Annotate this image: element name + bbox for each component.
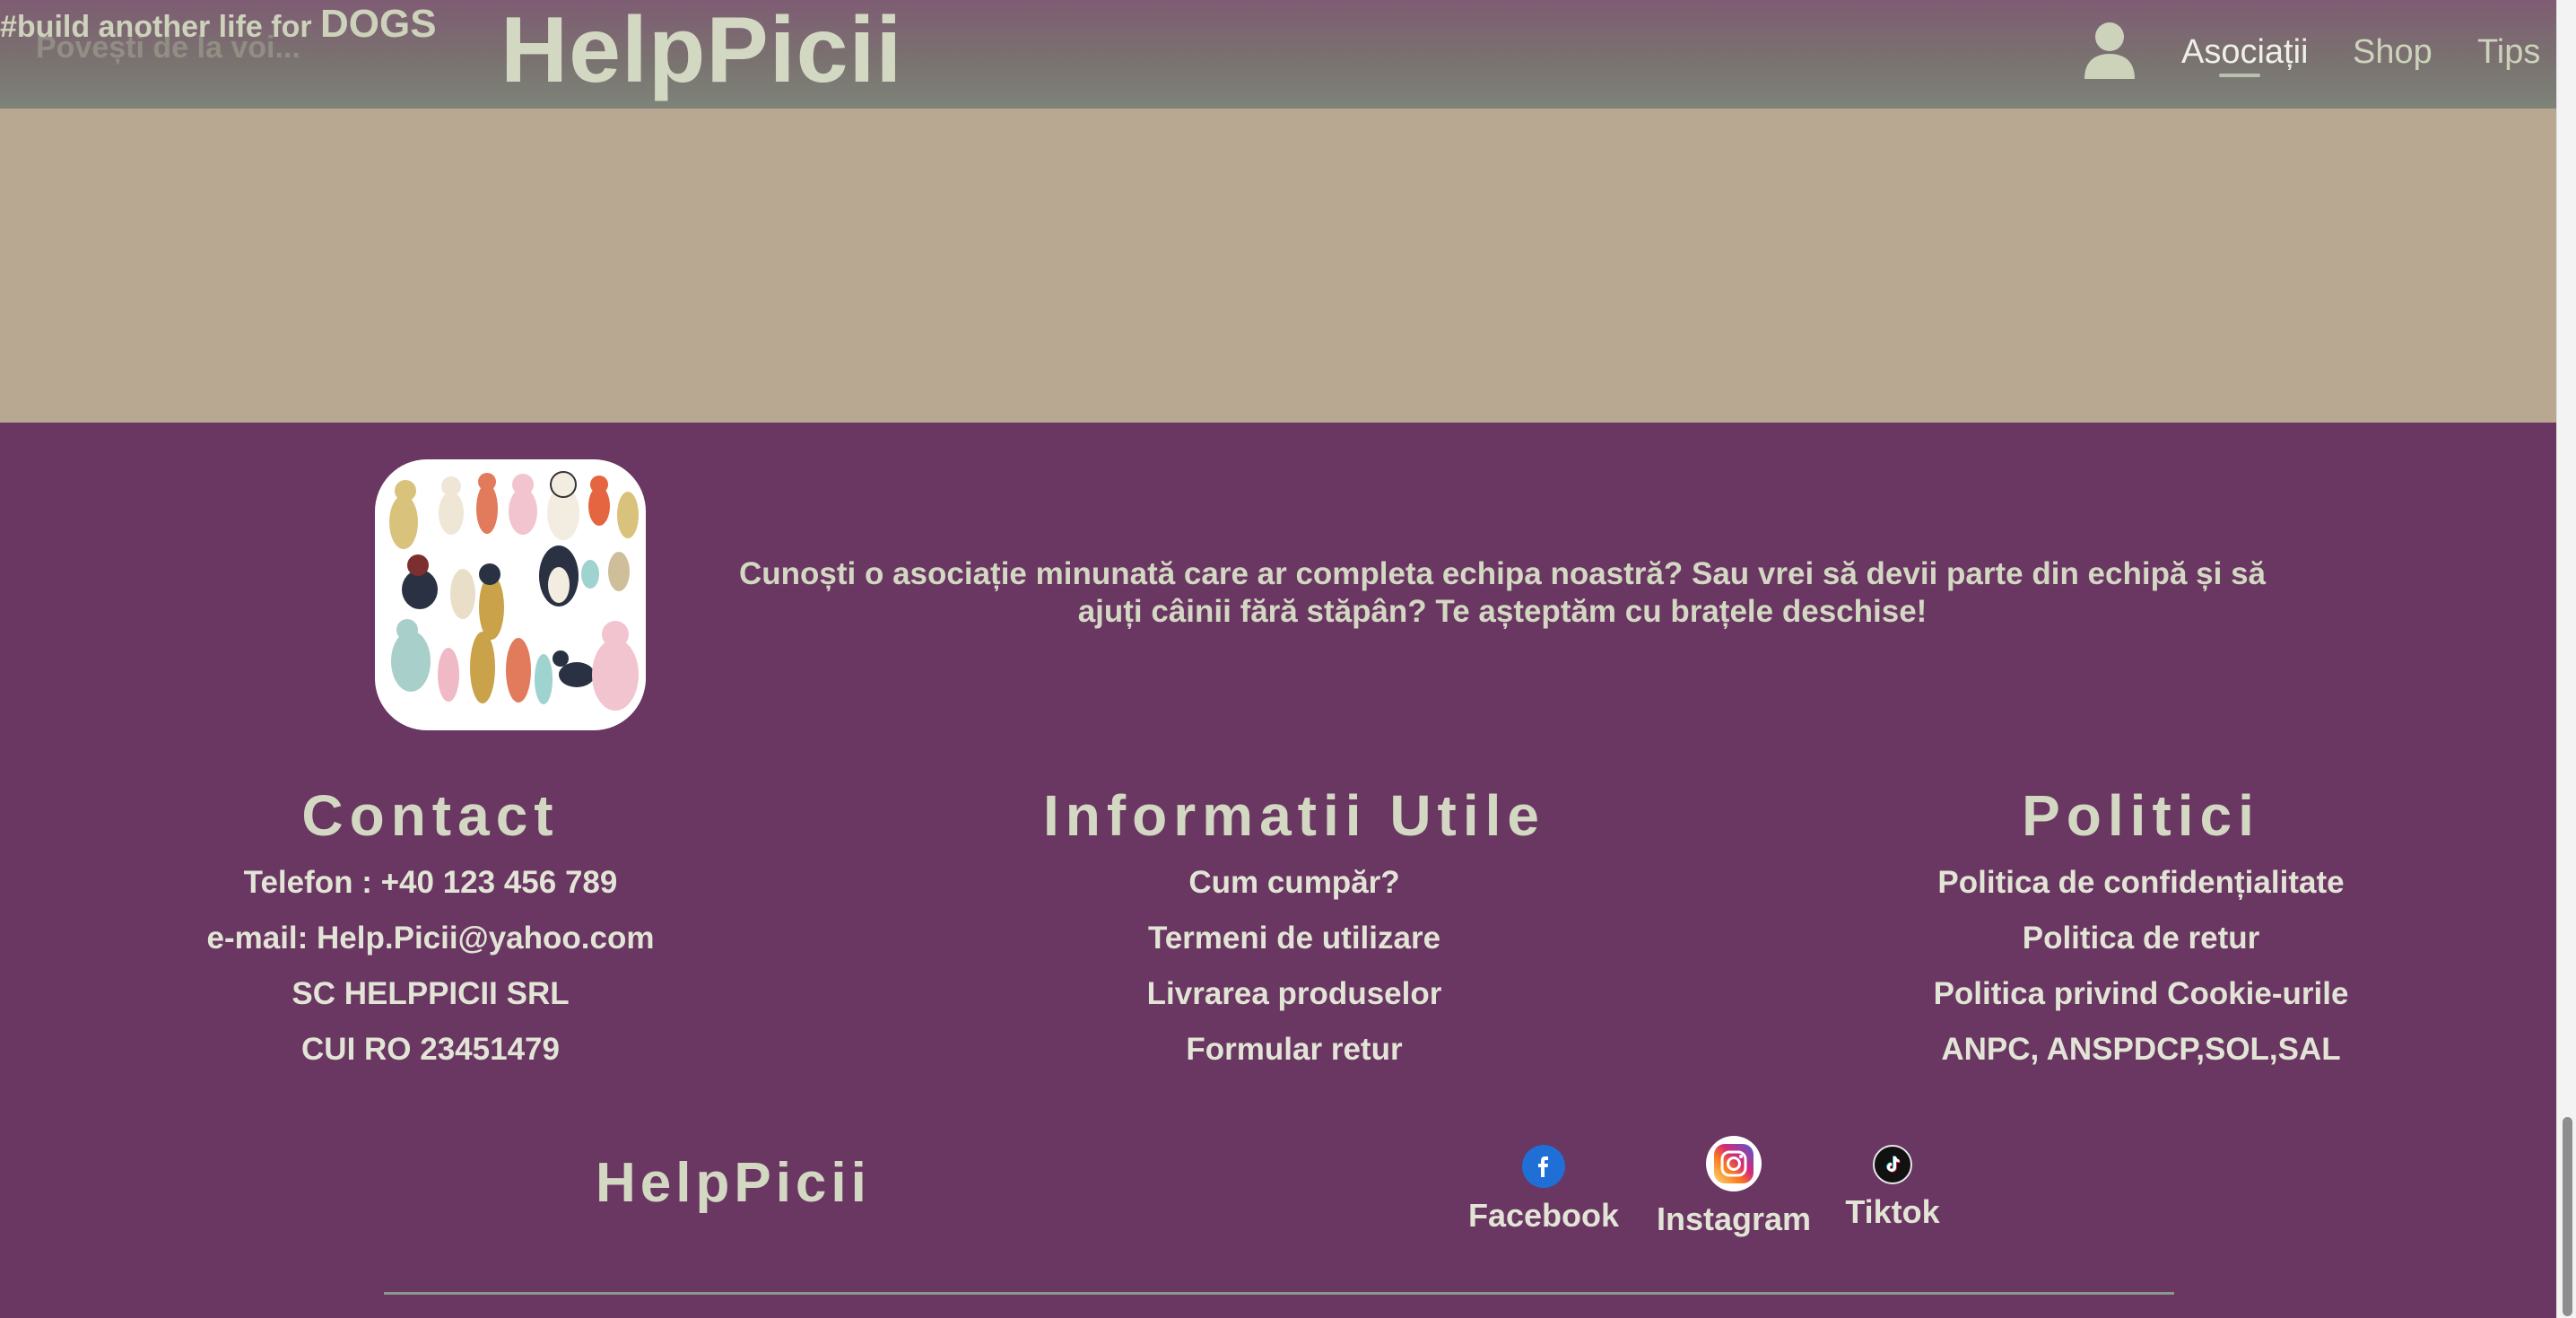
vertical-scrollbar[interactable] <box>2556 0 2576 1318</box>
instagram-label: Instagram <box>1656 1200 1812 1237</box>
policies-column: Politici Politica de confidențialitate P… <box>1800 780 2482 1078</box>
social-tiktok[interactable]: Tiktok <box>1843 1136 1942 1231</box>
tiktok-icon <box>1873 1145 1912 1184</box>
info-title: Informatii Utile <box>1042 783 1546 848</box>
site-footer: Cunoști o asociație minunată care ar com… <box>0 423 2556 1318</box>
nav-asociatii[interactable]: Asociații <box>2181 33 2309 72</box>
hashtag-prefix: #build another life for <box>0 10 321 44</box>
intro-text: Cunoști o asociație minunată care ar com… <box>739 556 2266 629</box>
nav-shop[interactable]: Shop <box>2353 33 2432 72</box>
contact-cui: CUI RO 23451479 <box>301 1032 560 1067</box>
facebook-icon <box>1522 1145 1565 1188</box>
contact-company: SC HELPPICII SRL <box>292 976 570 1011</box>
info-column: Informatii Utile Cum cumpăr? Termeni de … <box>953 780 1635 1078</box>
policy-link-privacy[interactable]: Politica de confidențialitate <box>1800 855 2482 911</box>
facebook-label: Facebook <box>1467 1197 1620 1234</box>
site-logo-text[interactable]: HelpPicii <box>500 1 902 100</box>
contact-phone[interactable]: Telefon : +40 123 456 789 <box>90 855 771 911</box>
info-link-terms[interactable]: Termeni de utilizare <box>953 911 1635 966</box>
nav-active-indicator <box>2219 74 2260 77</box>
policy-link-return[interactable]: Politica de retur <box>1800 911 2482 966</box>
footer-divider <box>384 1292 2174 1295</box>
instagram-icon <box>1706 1136 1762 1191</box>
footer-brand[interactable]: HelpPicii <box>596 1151 871 1215</box>
info-link-delivery[interactable]: Livrarea produselor <box>953 966 1635 1022</box>
hashtag-emphasis: DOGS <box>320 2 437 46</box>
content-area <box>0 109 2556 423</box>
social-facebook[interactable]: Facebook <box>1467 1136 1620 1235</box>
policy-link-cookies[interactable]: Politica privind Cookie-urile <box>1800 966 2482 1022</box>
policies-title: Politici <box>2022 783 2260 848</box>
tiktok-label: Tiktok <box>1845 1193 1940 1230</box>
hashtag-slogan: #build another life for DOGS <box>0 2 437 47</box>
policy-link-anpc[interactable]: ANPC, ANSPDCP,SOL,SAL <box>1800 1022 2482 1078</box>
dog-figure-1 <box>389 480 418 549</box>
scrollbar-thumb[interactable] <box>2563 1117 2572 1316</box>
social-instagram[interactable]: Instagram <box>1650 1136 1817 1238</box>
contact-email[interactable]: e-mail: Help.Picii@yahoo.com <box>90 911 771 966</box>
info-link-return-form[interactable]: Formular retur <box>953 1022 1635 1078</box>
contact-title: Contact <box>301 783 560 848</box>
contact-column: Contact Telefon : +40 123 456 789 e-mail… <box>90 780 771 1078</box>
site-header: Povești de la voi... #build another life… <box>0 0 2556 109</box>
user-icon[interactable] <box>2083 22 2137 81</box>
page: Povești de la voi... #build another life… <box>0 0 2576 1318</box>
nav-tips[interactable]: Tips <box>2477 33 2540 72</box>
dogs-illustration <box>375 459 646 730</box>
info-link-how-to-buy[interactable]: Cum cumpăr? <box>953 855 1635 911</box>
